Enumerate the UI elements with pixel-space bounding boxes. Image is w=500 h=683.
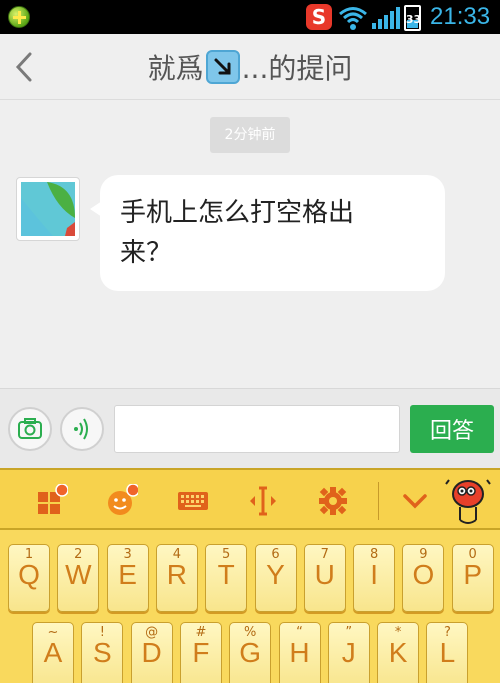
voice-icon [74,418,88,440]
header: 就爲 ...的提问 [0,34,500,100]
keyboard-toolbar [0,468,500,530]
mascot-icon[interactable] [440,474,496,530]
battery-level: 33 [405,13,422,26]
key-h[interactable]: “H [278,622,321,683]
message-text: 手机上怎么打空格出 来？ [120,198,355,268]
input-bar: 回答 [0,388,500,468]
key-primary-label: H [289,637,310,668]
key-o[interactable]: 9O [402,544,445,612]
title-username: 就爲 [147,52,204,85]
key-primary-label: F [192,637,210,668]
cursor-move-icon[interactable] [246,484,280,518]
apps-grid-icon[interactable] [34,484,68,518]
key-g[interactable]: % G [229,622,272,683]
wifi-icon [339,7,367,30]
key-primary-label: T [217,559,235,590]
key-primary-label: S [92,637,112,668]
key-q[interactable]: 1Q [8,544,50,612]
battery-icon: 33 [404,5,421,31]
keyboard-icon[interactable] [176,484,210,518]
key-primary-label: W [65,559,92,590]
arrow-emoji-icon [205,50,240,84]
answer-button[interactable]: 回答 [410,405,494,453]
key-a[interactable]: ~ A [32,622,74,683]
key-primary-label: O [412,559,435,590]
message-bubble: 手机上怎么打空格出 来？ [90,175,445,291]
key-primary-label: L [439,637,456,668]
clock: 21:33 [430,3,491,30]
title-suffix: ...的提问 [241,52,353,85]
key-l[interactable]: ? L [426,622,469,683]
answer-input[interactable] [114,405,400,453]
key-u[interactable]: 7U [303,544,346,612]
key-d[interactable]: @ D [130,622,173,683]
key-t[interactable]: 5T [205,544,248,612]
sogou-input-icon: S [306,4,332,30]
key-y[interactable]: 6Y [254,544,297,612]
key-k[interactable]: * K [377,622,420,683]
key-w[interactable]: 2W [57,544,100,612]
key-f[interactable]: # F [179,622,222,683]
key-r[interactable]: 4R [155,544,198,612]
key-e[interactable]: 3E [106,544,149,612]
key-primary-label: U [314,559,335,590]
key-s[interactable]: ! S [81,622,124,683]
voice-button[interactable] [60,407,104,451]
message-timestamp: 2分钟前 [210,117,290,153]
signal-strength-icon [372,7,400,29]
notification-app-icon [8,6,30,28]
avatar[interactable] [16,177,80,241]
chevron-down-icon[interactable] [398,484,432,518]
key-primary-label: J [341,637,356,668]
key-primary-label: E [118,559,137,590]
camera-icon [18,418,42,439]
camera-button[interactable] [8,407,52,451]
key-i[interactable]: 8I [353,544,396,612]
key-primary-label: K [388,637,408,668]
page-title: 就爲 ...的提问 [0,34,500,100]
status-bar: S 33 21:33 [0,0,500,34]
key-primary-label: Q [18,559,40,590]
key-primary-label: D [141,637,162,668]
settings-gear-icon[interactable] [316,484,350,518]
key-primary-label: G [239,637,262,668]
key-primary-label: I [370,559,378,590]
toolbar-divider [378,482,379,520]
emoji-icon[interactable] [104,484,138,518]
key-j[interactable]: ” J [327,622,370,683]
key-p[interactable]: 0P [451,544,494,612]
keyboard: 1Q2W3E4R5T6Y7U8I9O0P ~ A! S @ D # F% G “H” J * K? L [0,530,500,683]
key-primary-label: R [166,559,187,590]
back-arrow-icon[interactable] [10,48,40,86]
key-primary-label: P [463,559,483,590]
key-primary-label: Y [266,559,285,590]
key-primary-label: A [43,637,63,668]
